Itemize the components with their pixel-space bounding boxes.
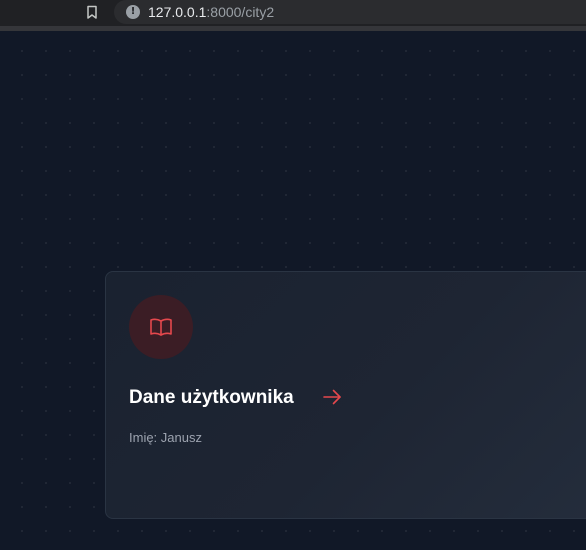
url-path: :8000/city2: [206, 4, 275, 20]
info-icon[interactable]: !: [126, 5, 140, 19]
page-background: Dane użytkownika Imię: Janusz: [0, 31, 586, 550]
card-icon-circle: [129, 295, 193, 359]
book-open-icon: [150, 318, 172, 336]
card-description: Imię: Janusz: [129, 430, 202, 445]
url-text[interactable]: 127.0.0.1:8000/city2: [148, 4, 274, 20]
user-data-card[interactable]: Dane użytkownika Imię: Janusz: [105, 271, 586, 519]
address-bar[interactable]: ! 127.0.0.1:8000/city2: [114, 0, 586, 24]
card-title[interactable]: Dane użytkownika: [129, 386, 294, 410]
url-host: 127.0.0.1: [148, 4, 207, 20]
browser-toolbar: ! 127.0.0.1:8000/city2: [0, 0, 586, 31]
arrow-right-icon[interactable]: [321, 386, 343, 408]
bookmark-icon[interactable]: [84, 4, 100, 20]
